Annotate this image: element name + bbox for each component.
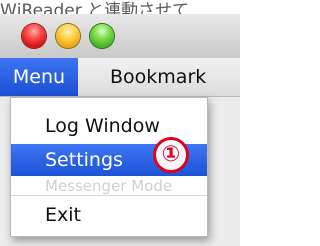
zoom-window-icon[interactable] — [90, 24, 114, 48]
menu-item-log-window[interactable]: Log Window — [11, 110, 207, 142]
menubar-bookmark[interactable]: Bookmark — [110, 58, 206, 96]
menu-separator — [11, 195, 207, 196]
window-titlebar — [0, 14, 240, 59]
step-marker-badge: ① — [153, 137, 189, 173]
minimize-window-icon[interactable] — [56, 24, 80, 48]
menubar-menu[interactable]: Menu — [0, 58, 78, 96]
close-window-icon[interactable] — [22, 24, 46, 48]
page-caption-text: WjReader と連動させて — [0, 1, 190, 14]
menubar: Menu Bookmark — [0, 58, 240, 97]
menu-item-exit[interactable]: Exit — [11, 199, 207, 231]
